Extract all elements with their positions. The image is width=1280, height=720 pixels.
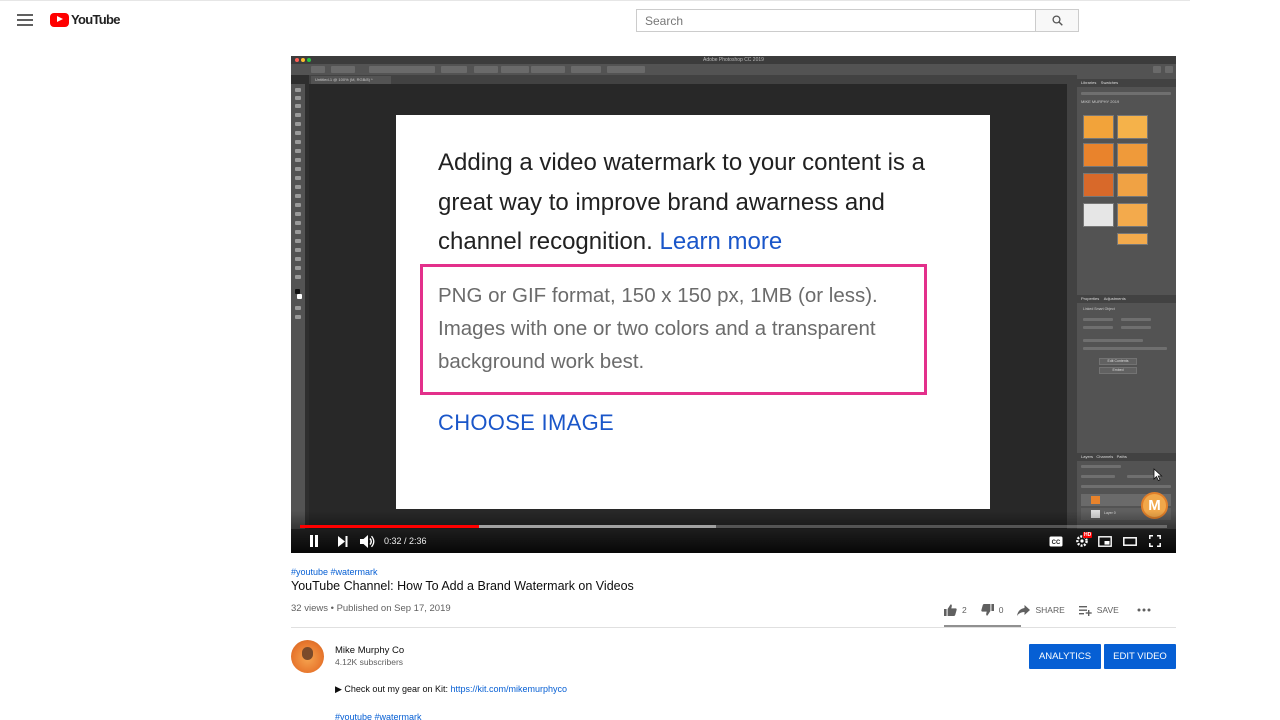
search-button[interactable]	[1035, 9, 1079, 32]
swatches-panel-tab: Swatches	[1100, 80, 1119, 85]
thumbs-down-icon	[981, 604, 994, 616]
slide-choose-image-label: CHOOSE IMAGE	[438, 410, 614, 435]
subscriber-count: 4.12K subscribers	[335, 657, 404, 667]
photoshop-document: Adding a video watermark to your content…	[396, 115, 990, 509]
edit-video-button[interactable]: EDIT VIDEO	[1104, 644, 1176, 669]
youtube-play-logo-icon	[50, 12, 69, 27]
analytics-button[interactable]: ANALYTICS	[1029, 644, 1101, 669]
photoshop-panel-dock-strip	[1067, 75, 1077, 529]
theater-mode-button[interactable]	[1122, 534, 1138, 548]
channel-name[interactable]: Mike Murphy Co	[335, 645, 404, 656]
share-label: SHARE	[1035, 605, 1065, 615]
logo-text: YouTube	[71, 12, 120, 27]
pause-icon	[310, 535, 318, 547]
video-title: YouTube Channel: How To Add a Brand Wate…	[291, 579, 634, 593]
volume-icon	[359, 534, 374, 548]
learn-more-link: Learn more	[659, 228, 783, 255]
like-count: 2	[962, 605, 967, 615]
like-button[interactable]: 2	[944, 604, 967, 616]
progress-played	[300, 525, 479, 528]
closed-captions-icon: CC	[1049, 536, 1063, 546]
mouse-cursor-icon	[1153, 468, 1163, 482]
search-input[interactable]	[636, 9, 1035, 32]
share-button[interactable]: SHARE	[1017, 604, 1065, 616]
progress-bar[interactable]	[300, 525, 1167, 528]
time-display: 0:32 / 2:36	[384, 536, 427, 546]
hamburger-menu-icon[interactable]	[17, 14, 33, 26]
slide-watermark-description: Adding a video watermark to your content…	[438, 143, 958, 262]
edit-contents-button: Edit Contents	[1099, 358, 1137, 365]
video-player[interactable]: Adobe Photoshop CC 2019 Untitled-1 @ 100…	[291, 56, 1176, 553]
video-view-count: 32 views • Published on Sep 17, 2019	[291, 603, 451, 614]
miniplayer-button[interactable]	[1097, 534, 1113, 548]
linked-smart-object-label: Linked Smart Object	[1083, 307, 1115, 311]
section-divider	[291, 627, 1176, 628]
settings-button[interactable]: HD	[1073, 532, 1093, 548]
dislike-button[interactable]: 0	[981, 604, 1004, 616]
miniplayer-icon	[1098, 535, 1112, 547]
photoshop-app-title: Adobe Photoshop CC 2019	[703, 57, 764, 63]
photoshop-document-tabs: Untitled-1 @ 100% (M, RGB/8) *	[309, 75, 1067, 84]
properties-panel-tab: Properties	[1081, 296, 1100, 301]
more-horizontal-icon	[1137, 608, 1151, 612]
fullscreen-button[interactable]	[1147, 534, 1163, 548]
embed-button: Embed	[1099, 367, 1137, 374]
library-name: MIKE MURPHY 2019	[1081, 99, 1120, 104]
theater-mode-icon	[1123, 536, 1137, 546]
playlist-add-icon	[1078, 605, 1092, 616]
photoshop-toolbar	[291, 84, 305, 529]
captions-button[interactable]: CC	[1048, 534, 1064, 548]
video-actions: 2 0 SHARE SAVE	[944, 603, 1170, 617]
share-arrow-icon	[1017, 604, 1031, 616]
thumbs-up-icon	[944, 604, 957, 616]
kit-link[interactable]: https://kit.com/mikemurphyco	[451, 684, 568, 694]
adjustments-panel-tab: Adjustments	[1103, 296, 1126, 301]
fullscreen-icon	[1149, 535, 1161, 547]
hd-badge: HD	[1083, 532, 1093, 538]
more-actions-button[interactable]	[1137, 608, 1156, 612]
slide-image-specs: PNG or GIF format, 150 x 150 px, 1MB (or…	[438, 284, 878, 373]
masthead: YouTube	[0, 0, 1190, 38]
paths-panel-tab: Paths	[1116, 454, 1127, 459]
description-text: ▶ Check out my gear on Kit:	[335, 684, 448, 694]
search-icon	[1051, 15, 1063, 26]
video-hashtags[interactable]: #youtube #watermark	[291, 567, 378, 577]
page-right-margin	[1190, 0, 1280, 720]
photoshop-options-bar	[291, 64, 1176, 75]
skip-next-icon	[337, 535, 347, 547]
libraries-panel-tab: Libraries	[1081, 80, 1097, 85]
photoshop-panels: Libraries Swatches MIKE MURPHY 2019 Prop…	[1077, 75, 1176, 529]
svg-text:CC: CC	[1052, 540, 1061, 546]
layers-panel-tab: Layers	[1081, 454, 1094, 459]
description-kit-line: ▶ Check out my gear on Kit: https://kit.…	[335, 684, 567, 695]
mute-button[interactable]	[359, 534, 375, 548]
description-hashtags[interactable]: #youtube #watermark	[335, 712, 422, 720]
youtube-logo[interactable]: YouTube	[50, 12, 120, 27]
search-bar	[636, 9, 1079, 32]
channels-panel-tab: Channels	[1096, 454, 1114, 459]
document-tab: Untitled-1 @ 100% (M, RGB/8) *	[311, 76, 391, 84]
pause-button[interactable]	[307, 534, 321, 548]
dislike-count: 0	[998, 605, 1004, 615]
save-label: SAVE	[1096, 605, 1119, 615]
save-button[interactable]: SAVE	[1078, 605, 1119, 616]
photoshop-titlebar: Adobe Photoshop CC 2019	[291, 56, 1176, 64]
channel-avatar[interactable]	[291, 640, 324, 673]
next-button[interactable]	[335, 534, 349, 548]
